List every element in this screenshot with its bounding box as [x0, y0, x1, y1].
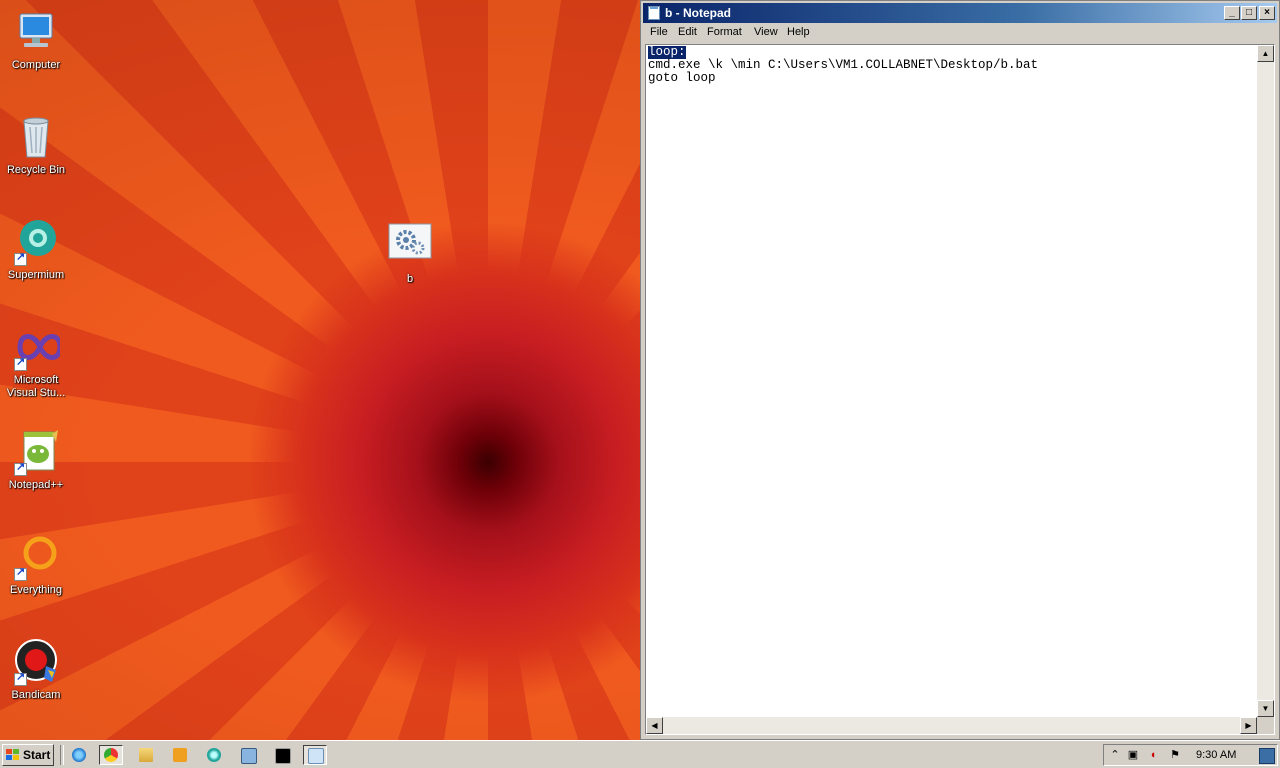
everything-icon	[12, 533, 60, 581]
media-player-icon[interactable]	[168, 745, 192, 765]
desktop-icon-visual-studio[interactable]: Microsoft Visual Stu...	[0, 323, 72, 400]
desktop-icon-label: Everything	[10, 584, 62, 596]
cmd-icon[interactable]	[270, 745, 294, 765]
minimize-button[interactable]: _	[1224, 6, 1240, 20]
desktop-icon-bandicam[interactable]: Bandicam	[0, 638, 72, 702]
scroll-left-button[interactable]: ◀	[646, 717, 663, 734]
editor-line: cmd.exe \k \min C:\Users\VM1.COLLABNET\D…	[648, 58, 1039, 72]
explorer-icon[interactable]	[134, 745, 158, 765]
visual-studio-icon	[12, 323, 63, 371]
show-desktop-icon[interactable]	[1259, 748, 1275, 764]
vertical-scrollbar[interactable]: ▲ ▼	[1257, 45, 1274, 717]
desktop-icon-supermium[interactable]: Supermium	[0, 218, 72, 282]
taskbar-separator	[60, 745, 64, 765]
window-titlebar[interactable]: b - Notepad _ □ ×	[643, 3, 1277, 23]
menu-bar: File Edit Format View Help	[643, 24, 1277, 42]
supermium-taskbar-icon[interactable]	[202, 745, 226, 765]
network-icon[interactable]: ▣	[1126, 748, 1140, 762]
shortcut-arrow-icon	[14, 461, 27, 476]
volume-muted-icon[interactable]: ◖	[1146, 748, 1160, 762]
shortcut-arrow-icon	[14, 671, 27, 686]
shortcut-arrow-icon	[14, 356, 27, 371]
show-hidden-icons-icon[interactable]: ⌃	[1108, 748, 1122, 762]
notepad-plus-plus-icon	[12, 428, 60, 476]
taskbar: Start ⌃ ▣ ◖ ⚑ 9:30 AM	[0, 740, 1280, 768]
desktop-icon-b-batch-file[interactable]: b	[374, 222, 446, 286]
desktop-icon-notepad-plus-plus[interactable]: Notepad++	[0, 428, 72, 492]
close-button[interactable]: ×	[1259, 6, 1275, 20]
internet-explorer-icon[interactable]	[67, 745, 91, 765]
notepad-window[interactable]: b - Notepad _ □ × File Edit Format View …	[640, 0, 1280, 740]
menu-file[interactable]: File	[650, 26, 668, 38]
start-label: Start	[23, 748, 51, 762]
shortcut-arrow-icon	[14, 566, 27, 581]
chrome-icon[interactable]	[99, 745, 123, 765]
remote-desktop-icon[interactable]	[236, 745, 260, 765]
desktop-icon-label: Bandicam	[11, 689, 61, 701]
desktop-icon-label: Notepad++	[8, 479, 64, 491]
batch-file-icon	[386, 222, 434, 270]
menu-view[interactable]: View	[754, 26, 778, 38]
notepad-taskbar-button[interactable]	[303, 745, 327, 765]
editor-line: goto loop	[648, 71, 716, 85]
shortcut-arrow-icon	[14, 251, 27, 266]
desktop-icon-label: Recycle Bin	[6, 164, 66, 176]
menu-format[interactable]: Format	[707, 26, 742, 38]
scrollbar-corner	[1257, 717, 1274, 734]
menu-edit[interactable]: Edit	[678, 26, 697, 38]
maximize-button[interactable]: □	[1241, 6, 1257, 20]
minimize-icon: _	[1229, 7, 1235, 18]
window-title: b - Notepad	[665, 6, 731, 20]
scroll-down-button[interactable]: ▼	[1257, 700, 1274, 717]
menu-help[interactable]: Help	[787, 26, 810, 38]
desktop-icon-label: Supermium	[7, 269, 65, 281]
system-tray: ⌃ ▣ ◖ ⚑ 9:30 AM	[1103, 744, 1278, 766]
scroll-up-button[interactable]: ▲	[1257, 45, 1274, 62]
desktop-icon-recycle-bin[interactable]: Recycle Bin	[0, 113, 72, 177]
desktop-icon-label: Microsoft Visual Stu...	[6, 374, 66, 399]
windows-logo-icon	[6, 749, 19, 761]
recycle-bin-icon	[12, 113, 60, 161]
clock[interactable]: 9:30 AM	[1196, 749, 1236, 761]
bandicam-icon	[12, 638, 60, 686]
computer-icon	[12, 8, 60, 56]
supermium-icon	[12, 218, 60, 266]
horizontal-scrollbar[interactable]: ◀ ▶	[646, 717, 1257, 734]
start-button[interactable]: Start	[2, 744, 54, 766]
text-editor-area[interactable]: loop: cmd.exe \k \min C:\Users\VM1.COLLA…	[645, 44, 1275, 735]
desktop-icon-label: Computer	[11, 59, 61, 71]
desktop-icon-everything[interactable]: Everything	[0, 533, 72, 597]
close-icon: ×	[1264, 7, 1270, 18]
maximize-icon: □	[1245, 7, 1253, 18]
desktop-icon-label: b	[406, 273, 414, 285]
action-center-flag-icon[interactable]: ⚑	[1168, 748, 1182, 762]
desktop-icon-computer[interactable]: Computer	[0, 8, 72, 72]
editor-text[interactable]: loop: cmd.exe \k \min C:\Users\VM1.COLLA…	[648, 46, 1256, 716]
notepad-app-icon	[648, 6, 660, 20]
scroll-right-button[interactable]: ▶	[1240, 717, 1257, 734]
